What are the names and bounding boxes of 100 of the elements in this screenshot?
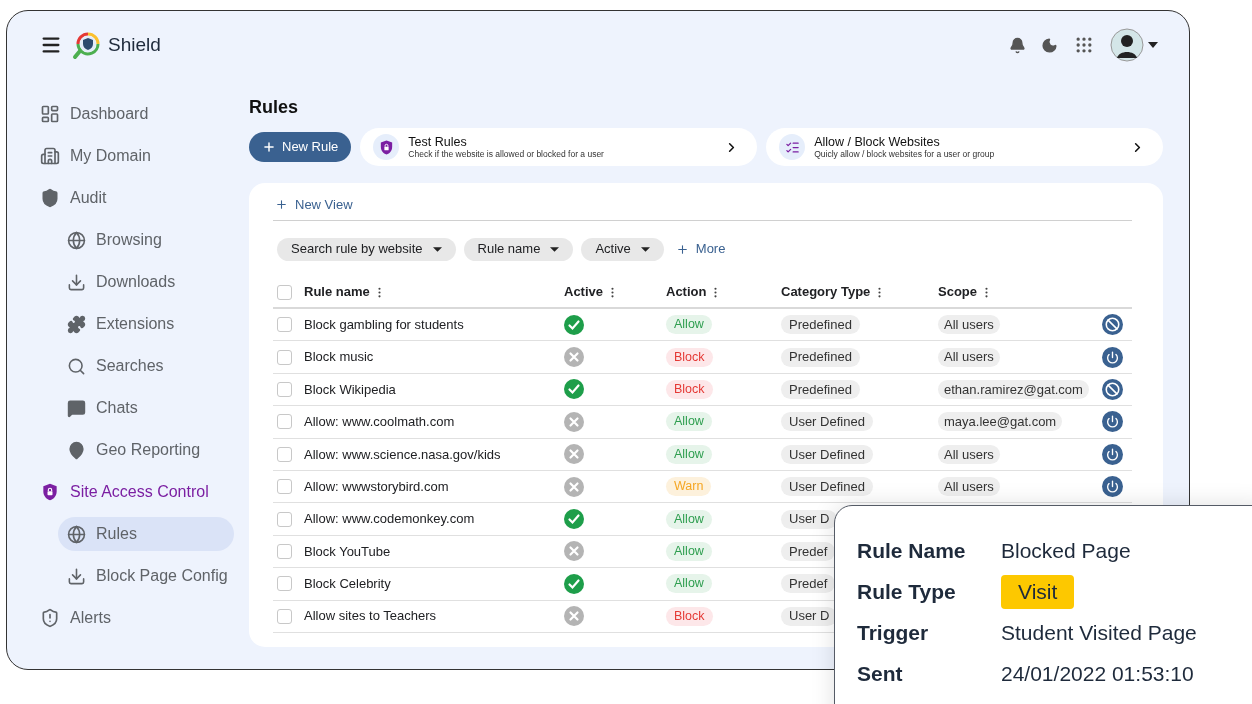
dashboard-icon: [40, 104, 60, 124]
column-header[interactable]: Scope: [938, 282, 977, 302]
plus-icon: [275, 198, 288, 211]
scope-tag: All users: [938, 477, 1000, 497]
rule-name: Allow: www.codemonkey.com: [304, 510, 476, 529]
power-icon[interactable]: [1101, 411, 1123, 433]
checkbox[interactable]: [277, 381, 292, 397]
checkbox[interactable]: [277, 543, 292, 559]
bell-icon[interactable]: [1009, 36, 1026, 54]
action-tag: Allow: [666, 509, 712, 529]
download-icon: [67, 272, 86, 292]
menu-icon[interactable]: [40, 34, 62, 56]
checkbox[interactable]: [277, 317, 292, 333]
puzzle-icon: [67, 314, 86, 334]
detail-value: Student Visited Page: [1001, 619, 1197, 646]
moon-icon[interactable]: [1041, 36, 1058, 54]
new-view-button[interactable]: New View: [273, 194, 355, 215]
action-tag: Block: [666, 347, 713, 367]
action-tag: Allow: [666, 315, 712, 335]
sidebar-item[interactable]: My Domain: [40, 135, 249, 177]
scope-tag: All users: [938, 347, 1000, 367]
power-icon[interactable]: [1101, 346, 1123, 368]
logo-icon: [72, 30, 102, 60]
checkbox[interactable]: [277, 479, 292, 495]
filter-chip[interactable]: Search rule by website: [277, 237, 456, 261]
rule-name: Block YouTube: [304, 542, 392, 561]
shield-lock-icon: [40, 482, 60, 502]
detail-label: Sent: [857, 660, 904, 687]
avatar-icon[interactable]: [1110, 28, 1144, 62]
shortcut-subtitle: Check if the website is allowed or blocked for a user: [408, 150, 605, 159]
shortcut-subtitle: Quicly allow / block websites for a user or group: [814, 150, 996, 159]
blocked-icon[interactable]: [1101, 314, 1123, 336]
scope-tag: ethan.ramirez@gat.com: [938, 379, 1089, 399]
shield-icon: [40, 188, 60, 208]
apps-grid-icon[interactable]: [1074, 35, 1094, 55]
filter-chip[interactable]: Rule name: [463, 237, 574, 261]
category-tag: Predef: [781, 541, 836, 561]
shortcut-card[interactable]: Allow / Block Websites Quicly allow / block websites for a user or group: [766, 128, 1163, 166]
checkbox[interactable]: [277, 446, 292, 462]
checkbox[interactable]: [277, 576, 292, 592]
sidebar-subitem[interactable]: Geo Reporting: [58, 433, 234, 467]
detail-label: Trigger: [857, 619, 930, 646]
new-rule-button[interactable]: New Rule: [249, 132, 352, 162]
category-tag: Predefined: [781, 379, 860, 399]
globe-icon: [67, 230, 86, 250]
action-tag: Allow: [666, 444, 712, 464]
caret-icon[interactable]: [1148, 42, 1158, 48]
more-filters-button[interactable]: More: [675, 239, 726, 259]
checkbox[interactable]: [277, 284, 292, 300]
action-tag: Warn: [666, 477, 712, 497]
checkbox[interactable]: [277, 608, 292, 624]
checklist-icon: [779, 134, 806, 160]
action-tag: Block: [666, 379, 713, 399]
scope-tag: All users: [938, 315, 1000, 335]
scope-tag: maya.lee@gat.com: [938, 412, 1063, 432]
blocked-icon[interactable]: [1101, 378, 1123, 400]
sidebar-item[interactable]: Dashboard: [40, 93, 249, 135]
action-tag: Allow: [666, 541, 712, 561]
sidebar-subitem[interactable]: Extensions: [58, 307, 234, 341]
chat-icon: [67, 398, 86, 418]
sidebar-subitem[interactable]: Searches: [58, 349, 234, 383]
power-icon[interactable]: [1101, 476, 1123, 498]
category-tag: Predefined: [781, 347, 860, 367]
checkbox[interactable]: [277, 349, 292, 365]
sidebar-item[interactable]: Audit: [40, 177, 249, 219]
app-name: Shield: [108, 32, 161, 57]
rule-name: Block gambling for students: [304, 315, 465, 334]
sidebar-subitem[interactable]: Chats: [58, 391, 234, 425]
action-tag: Allow: [666, 412, 712, 432]
category-tag: User Defined: [781, 444, 873, 464]
power-icon[interactable]: [1101, 443, 1123, 465]
sidebar-item[interactable]: Alerts: [40, 597, 249, 639]
sidebar-subitem[interactable]: Downloads: [58, 265, 234, 299]
rule-name: Block Celebrity: [304, 575, 392, 594]
sidebar-item[interactable]: Site Access Control: [40, 471, 249, 513]
column-header[interactable]: Active: [564, 282, 604, 302]
sidebar-subitem[interactable]: Block Page Config: [58, 559, 234, 593]
sidebar-subitem[interactable]: Browsing: [58, 223, 234, 257]
sidebar-subitem[interactable]: Rules: [58, 517, 234, 551]
shortcut-card[interactable]: Test Rules Check if the website is allowed or blocked for a user: [360, 128, 758, 166]
category-tag: User D: [781, 509, 838, 529]
plus-icon: [675, 242, 689, 256]
filter-chip[interactable]: Active: [581, 237, 664, 261]
shortcut-title: Test Rules: [408, 135, 468, 148]
plus-icon: [262, 140, 276, 154]
rule-name: Block Wikipedia: [304, 380, 397, 399]
checkbox[interactable]: [277, 414, 292, 430]
rule-name: Allow sites to Teachers: [304, 607, 437, 626]
download-icon: [67, 566, 86, 586]
page-title: Rules: [249, 95, 300, 119]
column-header[interactable]: Rule name: [304, 282, 370, 302]
detail-value: 24/01/2022 01:53:10: [1001, 660, 1194, 687]
detail-label: Rule Name: [857, 537, 967, 564]
checkbox[interactable]: [277, 511, 292, 527]
caret-icon: [640, 246, 650, 252]
column-header[interactable]: Action: [666, 282, 707, 302]
category-tag: User Defined: [781, 477, 873, 497]
shortcut-title: Allow / Block Websites: [814, 135, 941, 148]
action-tag: Block: [666, 606, 713, 626]
column-header[interactable]: Category Type: [781, 282, 871, 302]
